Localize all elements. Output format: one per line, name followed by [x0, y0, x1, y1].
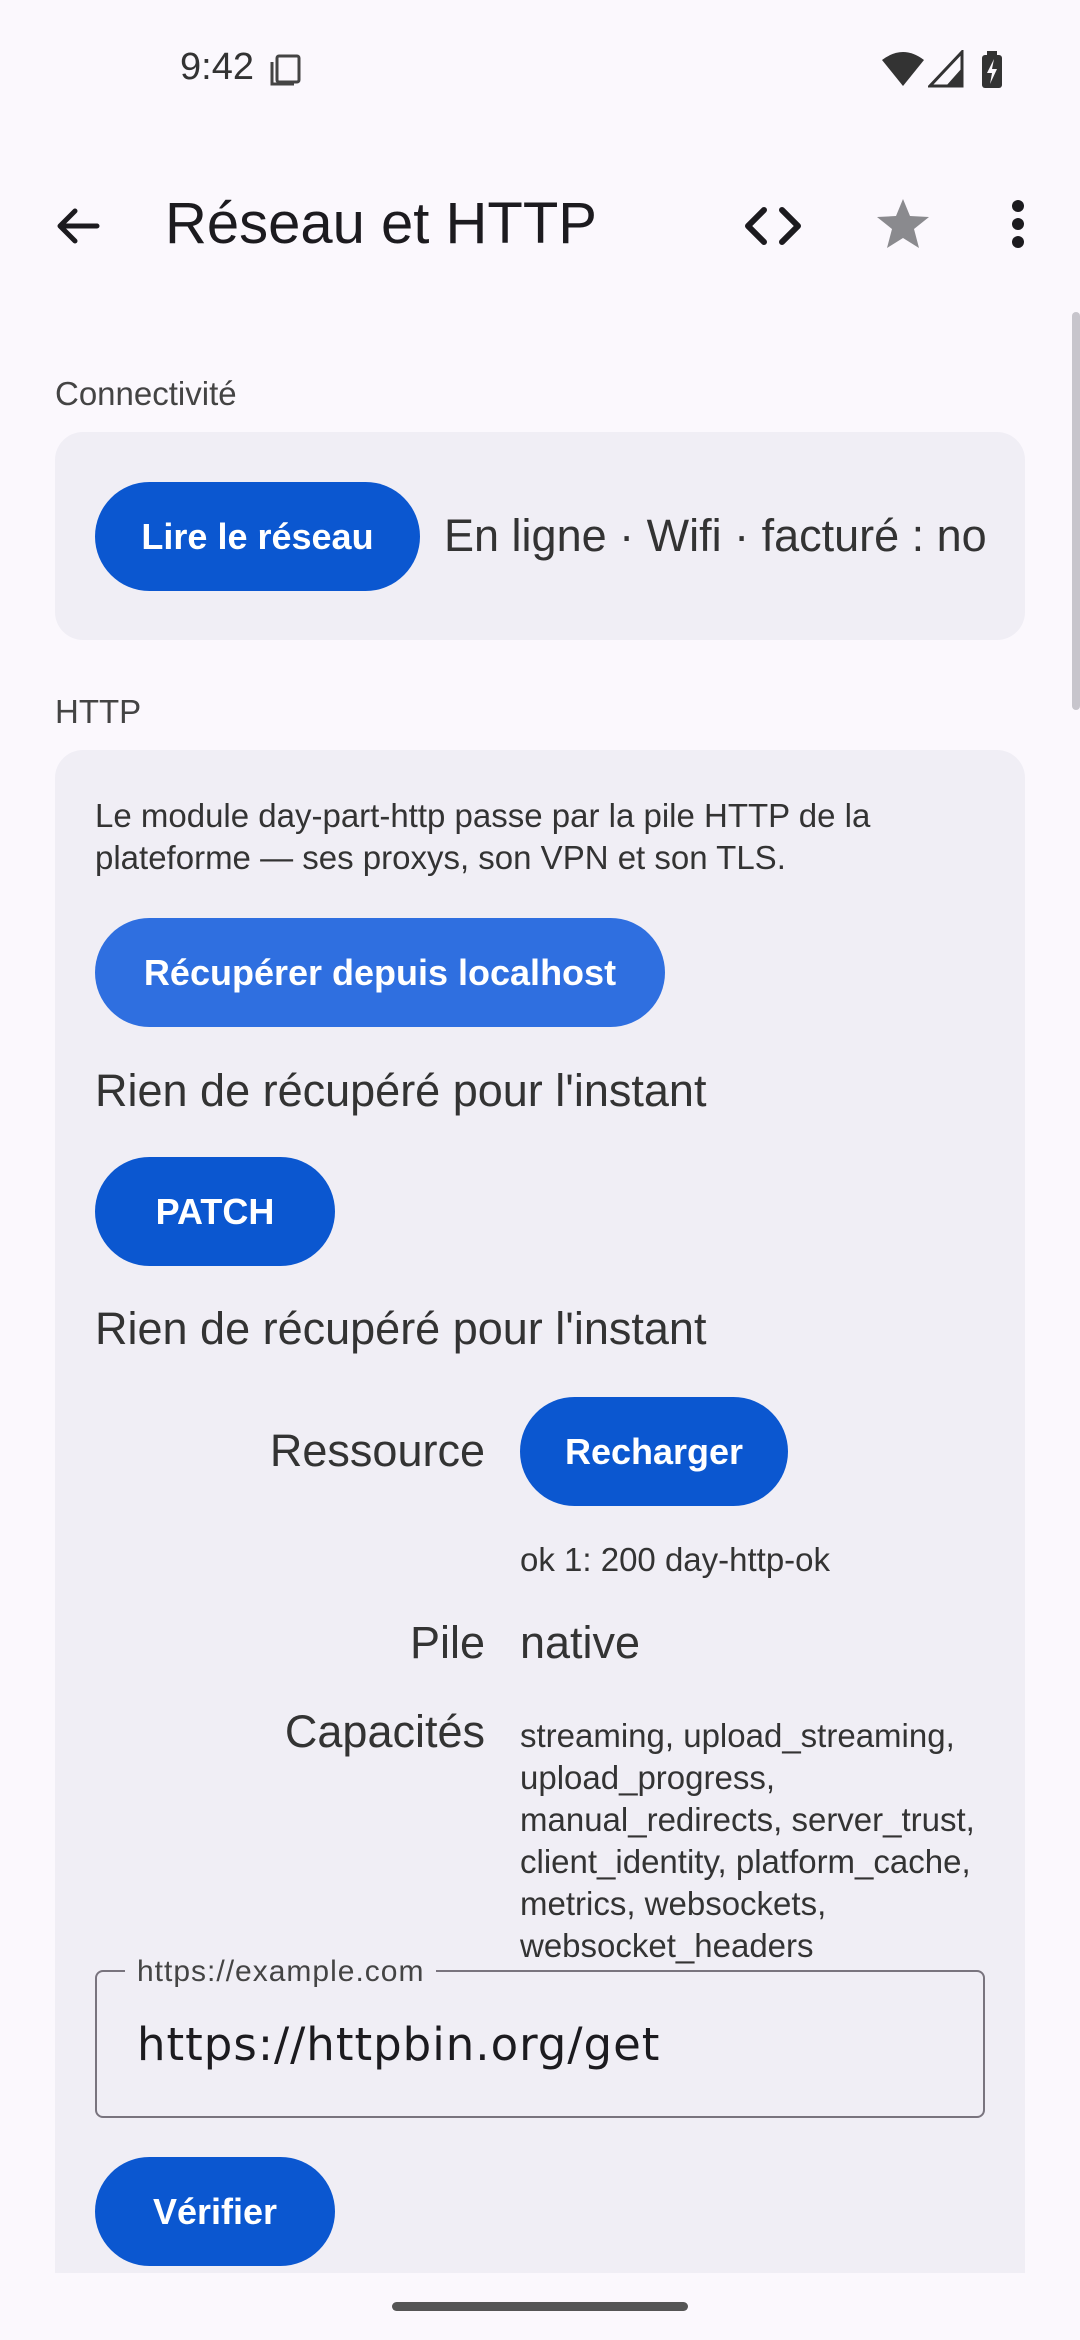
back-button[interactable]: [40, 188, 116, 264]
code-icon: [745, 207, 801, 245]
http-heading: HTTP: [55, 693, 142, 730]
notification-icon: [270, 54, 301, 86]
read-network-button[interactable]: Lire le réseau: [95, 482, 420, 591]
more-options-button[interactable]: [980, 186, 1056, 262]
gesture-handle[interactable]: [392, 2302, 688, 2311]
patch-button[interactable]: PATCH: [95, 1157, 335, 1266]
stack-label: Pile: [409, 1617, 485, 1668]
stack-value: native: [520, 1617, 641, 1668]
more-vert-icon: [1012, 200, 1024, 248]
source-code-button[interactable]: [735, 188, 811, 264]
back-arrow-icon: [57, 208, 100, 244]
fetch-localhost-button[interactable]: Récupérer depuis localhost: [95, 918, 665, 1027]
capabilities-label: Capacités: [284, 1706, 485, 1757]
cell-signal-icon: [928, 50, 964, 88]
wifi-icon: [882, 52, 924, 86]
verify-button[interactable]: Vérifier: [95, 2157, 335, 2266]
favorite-button[interactable]: [865, 186, 941, 262]
status-time: 9:42: [180, 46, 254, 88]
capabilities-value: streaming, upload_streaming, upload_prog…: [520, 1717, 975, 1964]
battery-charging-icon: [982, 51, 1002, 88]
reload-button[interactable]: Recharger: [520, 1397, 788, 1506]
star-icon: [877, 199, 929, 248]
scrollbar[interactable]: [1072, 312, 1080, 710]
http-description: Le module day-part-http passe par la pil…: [95, 797, 871, 876]
page-title: Réseau et HTTP: [165, 191, 597, 256]
connectivity-heading: Connectivité: [55, 375, 237, 412]
url-field-label: https://example.com: [125, 1955, 437, 1989]
fetch-result: Rien de récupéré pour l'instant: [95, 1065, 707, 1116]
resource-result: ok 1: 200 day-http-ok: [520, 1541, 831, 1578]
resource-label: Ressource: [269, 1425, 485, 1476]
patch-result: Rien de récupéré pour l'instant: [95, 1303, 707, 1354]
connectivity-status: En ligne · Wifi · facturé : no: [444, 510, 987, 561]
url-input[interactable]: [137, 2018, 967, 2071]
